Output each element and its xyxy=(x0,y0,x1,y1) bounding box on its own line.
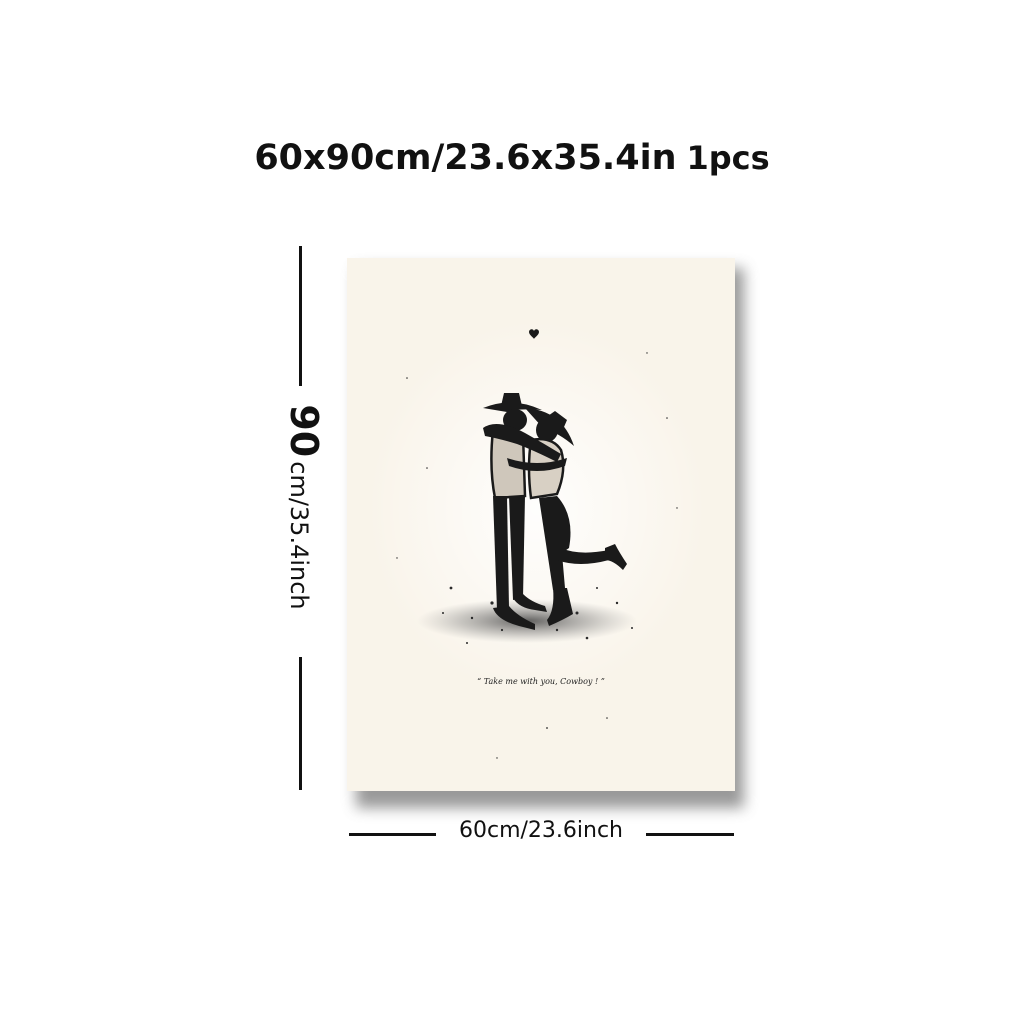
poster-caption: “ Take me with you, Cowboy ! ” xyxy=(477,677,605,686)
height-label: 90 cm/35.4inch xyxy=(282,404,326,609)
canvas-poster: “ Take me with you, Cowboy ! ” xyxy=(347,258,735,791)
product-image: 60x90cm/23.6x35.4in 1pcs 90 cm/35.4inch “… xyxy=(0,0,1024,1024)
height-value: 90 xyxy=(282,404,326,458)
height-line-top xyxy=(299,246,302,386)
height-line-bottom xyxy=(299,657,302,790)
size-title: 60x90cm/23.6x35.4in 1pcs xyxy=(0,138,1024,178)
cowboy-couple-illustration xyxy=(367,318,707,759)
height-unit-text: cm/35.4inch xyxy=(285,461,313,610)
width-line-left xyxy=(349,833,436,836)
width-line-right xyxy=(646,833,734,836)
width-label: 60cm/23.6inch xyxy=(458,818,623,843)
quantity-text: 1pcs xyxy=(686,139,770,177)
size-text: 60x90cm/23.6x35.4in xyxy=(254,138,677,178)
